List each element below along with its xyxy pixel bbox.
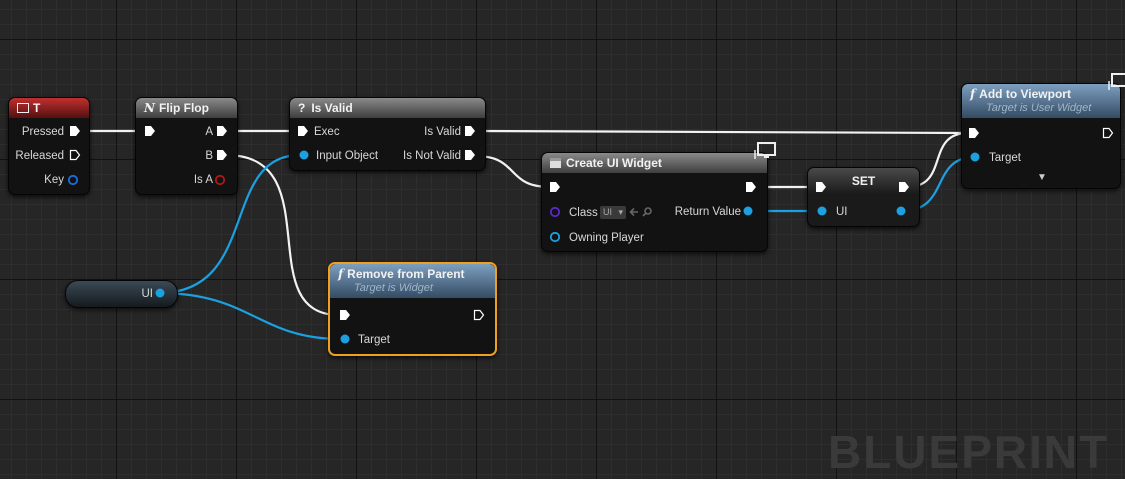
owning-player-pin[interactable]	[549, 231, 561, 243]
keyboard-icon	[17, 103, 29, 113]
expand-arrow-icon[interactable]: ▼	[1037, 172, 1047, 183]
return-value-label: Return Value	[674, 206, 741, 218]
remove-from-parent-title: Remove from Parent	[347, 267, 465, 281]
is-valid-node[interactable]: ? Is Valid Exec Input Object Is Valid Is …	[289, 97, 486, 171]
function-icon: f	[338, 267, 344, 281]
pressed-label: Pressed	[21, 126, 64, 138]
remove-target-pin[interactable]	[339, 333, 351, 345]
is-not-valid-label: Is Not Valid	[403, 150, 461, 162]
create-widget-exec-out-pin[interactable]	[745, 181, 757, 193]
set-exec-in-pin[interactable]	[815, 181, 827, 193]
widget-icon	[550, 158, 561, 168]
is-valid-out-label: Is Valid	[424, 126, 461, 138]
question-icon: ?	[298, 101, 306, 115]
ui-variable-label: UI	[141, 288, 154, 300]
viewport-exec-out-pin[interactable]	[1102, 127, 1114, 139]
remove-from-parent-subtitle: Target is Widget	[354, 282, 433, 294]
set-node[interactable]: SET UI	[807, 167, 920, 227]
flip-flop-title: Flip Flop	[158, 101, 209, 115]
class-dropdown[interactable]: UI ▾	[600, 206, 626, 219]
exec-label: Exec	[314, 126, 340, 138]
flipflop-icon: N	[144, 101, 155, 115]
viewport-exec-in-pin[interactable]	[968, 127, 980, 139]
remove-exec-in-pin[interactable]	[339, 309, 351, 321]
key-label: Key	[44, 174, 64, 186]
class-label: Class	[569, 207, 598, 219]
browse-arrow-icon[interactable]	[628, 206, 640, 218]
is-not-valid-exec-pin[interactable]	[464, 149, 476, 161]
remove-target-label: Target	[358, 334, 390, 346]
exec-wire-notvalid-to-create	[474, 154, 551, 189]
flip-flop-isa-label: Is A	[193, 174, 213, 186]
set-ui-label: UI	[836, 206, 848, 218]
remove-from-parent-node[interactable]: f Remove from Parent Target is Widget Tar…	[328, 262, 497, 356]
chevron-down-icon: ▾	[618, 207, 623, 217]
function-icon: f	[970, 87, 976, 101]
ui-variable-out-pin[interactable]	[154, 287, 166, 299]
create-widget-title: Create UI Widget	[566, 156, 662, 170]
is-valid-exec-in-pin[interactable]	[297, 125, 309, 137]
is-valid-exec-out-pin[interactable]	[464, 125, 476, 137]
pressed-exec-pin[interactable]	[69, 125, 81, 137]
flip-flop-a-label: A	[205, 126, 213, 138]
return-value-pin[interactable]	[742, 205, 754, 217]
create-widget-exec-in-pin[interactable]	[549, 181, 561, 193]
released-exec-pin[interactable]	[69, 149, 81, 161]
remove-exec-out-pin[interactable]	[473, 309, 485, 321]
monitor-icon-viewport	[1108, 73, 1125, 90]
owning-player-label: Owning Player	[569, 232, 644, 244]
flip-flop-isa-pin[interactable]	[214, 174, 226, 186]
add-to-viewport-subtitle: Target is User Widget	[986, 102, 1092, 114]
viewport-target-pin[interactable]	[969, 151, 981, 163]
flip-flop-exec-in-pin[interactable]	[144, 125, 156, 137]
key-event-title: T	[33, 101, 41, 115]
released-label: Released	[15, 150, 64, 162]
exec-wire-b-to-remove	[225, 153, 340, 317]
set-title: SET	[851, 174, 876, 188]
set-exec-out-pin[interactable]	[898, 181, 910, 193]
browse-search-icon[interactable]	[641, 206, 653, 218]
viewport-target-label: Target	[989, 152, 1021, 164]
is-valid-title: Is Valid	[311, 101, 353, 115]
flip-flop-b-pin[interactable]	[216, 149, 228, 161]
is-valid-header[interactable]: ? Is Valid	[290, 98, 485, 118]
flip-flop-b-label: B	[205, 150, 213, 162]
create-widget-header[interactable]: Create UI Widget	[542, 153, 767, 173]
key-struct-pin[interactable]	[67, 174, 79, 186]
object-wire-ui-to-remove-target	[158, 291, 341, 341]
class-pin[interactable]	[549, 206, 561, 218]
add-to-viewport-header[interactable]: f Add to Viewport Target is User Widget	[962, 84, 1120, 118]
add-to-viewport-node[interactable]: f Add to Viewport Target is User Widget T…	[961, 83, 1121, 189]
create-widget-node[interactable]: Create UI Widget Class Return Value Owni…	[541, 152, 768, 252]
flip-flop-header[interactable]: N Flip Flop	[136, 98, 237, 118]
monitor-icon	[754, 142, 776, 159]
add-to-viewport-title: Add to Viewport	[979, 87, 1071, 101]
key-event-header[interactable]: T	[9, 98, 89, 118]
class-dropdown-value: UI	[603, 207, 612, 217]
exec-wire-isvalid-to-viewport	[474, 129, 969, 135]
set-ui-out-pin[interactable]	[895, 205, 907, 217]
remove-from-parent-header[interactable]: f Remove from Parent Target is Widget	[330, 264, 495, 298]
set-ui-in-pin[interactable]	[816, 205, 828, 217]
input-object-label: Input Object	[316, 150, 379, 162]
flip-flop-a-pin[interactable]	[216, 125, 228, 137]
input-object-pin[interactable]	[298, 149, 310, 161]
